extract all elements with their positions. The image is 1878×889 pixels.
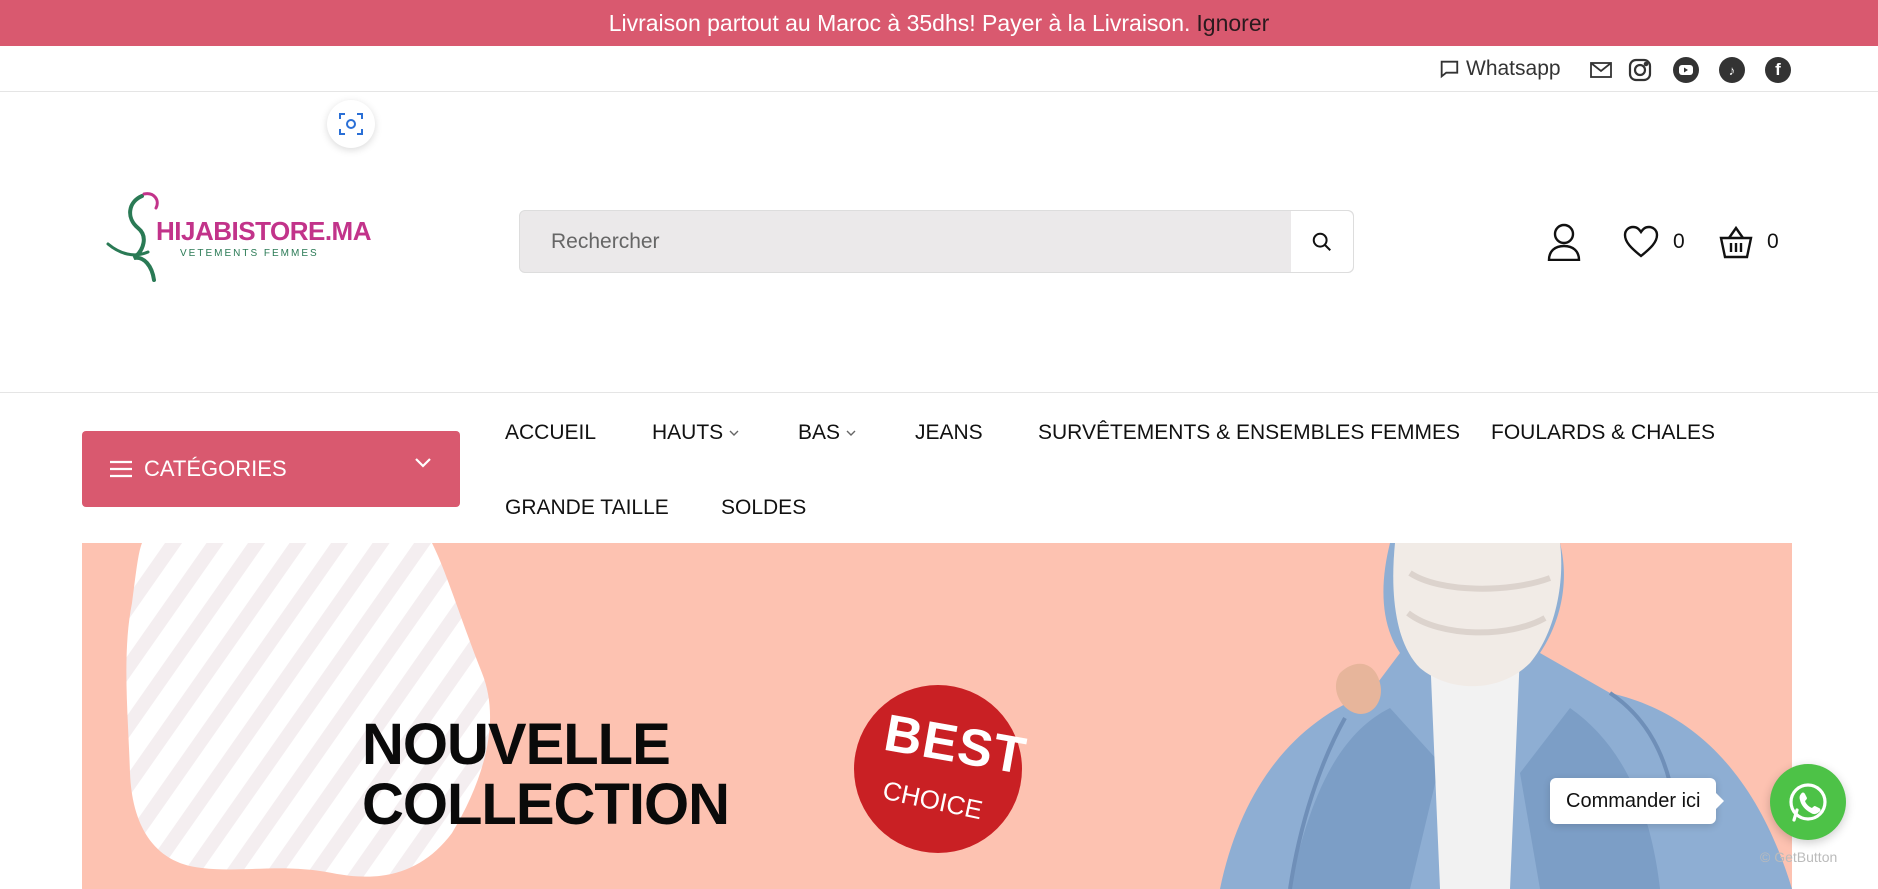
badge-line1: BEST [880, 704, 1031, 786]
mail-icon[interactable] [1588, 57, 1614, 83]
wishlist-button[interactable]: 0 [1623, 222, 1685, 262]
nav-item-survetements[interactable]: SURVÊTEMENTS & ENSEMBLES FEMMES [1038, 421, 1460, 445]
nav-item-foulards[interactable]: FOULARDS & CHALES [1491, 421, 1715, 445]
search-bar [519, 210, 1354, 273]
hero-title-line2: COLLECTION [362, 772, 730, 837]
visual-search-button[interactable] [327, 100, 375, 148]
best-choice-badge: BEST CHOICE [854, 685, 1031, 853]
nav-item-soldes[interactable]: SOLDES [721, 496, 806, 520]
whatsapp-label: Whatsapp [1466, 57, 1561, 80]
categories-button[interactable]: CATÉGORIES [82, 431, 460, 507]
whatsapp-tooltip[interactable]: Commander ici [1550, 778, 1725, 824]
basket-icon [1719, 225, 1753, 259]
hero-title-line1: NOUVELLE [362, 712, 671, 777]
cart-count: 0 [1767, 230, 1779, 253]
instagram-icon[interactable] [1627, 57, 1653, 83]
chevron-down-icon [415, 458, 431, 468]
cart-button[interactable]: 0 [1719, 222, 1779, 262]
logo-tagline: VETEMENTS FEMMES [180, 248, 319, 259]
top-bar: Whatsapp ♪ f [0, 46, 1878, 92]
chevron-down-icon [729, 430, 739, 436]
camera-scan-icon [339, 113, 363, 135]
hero-banner[interactable]: NOUVELLE COLLECTION BEST CHOICE [82, 543, 1792, 889]
announcement-bar: Livraison partout au Maroc à 35dhs! Paye… [0, 0, 1878, 46]
getbutton-label: GetButton [1774, 849, 1838, 865]
heart-icon [1623, 225, 1659, 258]
tiktok-icon[interactable]: ♪ [1719, 57, 1745, 83]
facebook-icon[interactable]: f [1765, 57, 1791, 83]
chevron-down-icon [846, 430, 856, 436]
site-logo[interactable]: HIJABISTORE.MA VETEMENTS FEMMES [104, 188, 372, 284]
whatsapp-icon [1789, 783, 1827, 822]
nav-item-label: HAUTS [652, 421, 724, 444]
logo-brand-text: HIJABISTORE.MA [156, 216, 372, 246]
nav-item-accueil[interactable]: ACCUEIL [505, 421, 596, 445]
nav-item-bas[interactable]: BAS [798, 421, 856, 445]
nav-item-grande-taille[interactable]: GRANDE TAILLE [505, 496, 669, 520]
nav-item-hauts[interactable]: HAUTS [652, 421, 739, 445]
whatsapp-link[interactable]: Whatsapp [1438, 56, 1561, 82]
badge-line2: CHOICE [880, 774, 986, 826]
nav-item-label: BAS [798, 421, 841, 444]
search-icon [1312, 232, 1331, 251]
wishlist-count: 0 [1673, 230, 1685, 253]
getbutton-credit[interactable]: © GetButton [1760, 849, 1837, 865]
chat-bubble-icon [1440, 60, 1459, 79]
model-photo [1220, 543, 1792, 889]
announcement-dismiss-link[interactable]: Ignorer [1196, 10, 1269, 37]
announcement-text: Livraison partout au Maroc à 35dhs! Paye… [608, 9, 1191, 36]
user-icon [1547, 223, 1581, 261]
search-button[interactable] [1291, 211, 1353, 272]
account-button[interactable] [1546, 222, 1582, 262]
youtube-icon[interactable] [1673, 57, 1699, 83]
main-navigation: CATÉGORIES ACCUEIL HAUTS BAS JEANS SURVÊ… [0, 392, 1878, 542]
nav-item-jeans[interactable]: JEANS [915, 421, 983, 445]
whatsapp-float-button[interactable] [1770, 764, 1846, 840]
categories-label: CATÉGORIES [144, 456, 287, 481]
search-input[interactable] [520, 211, 1290, 272]
menu-icon [110, 460, 132, 478]
